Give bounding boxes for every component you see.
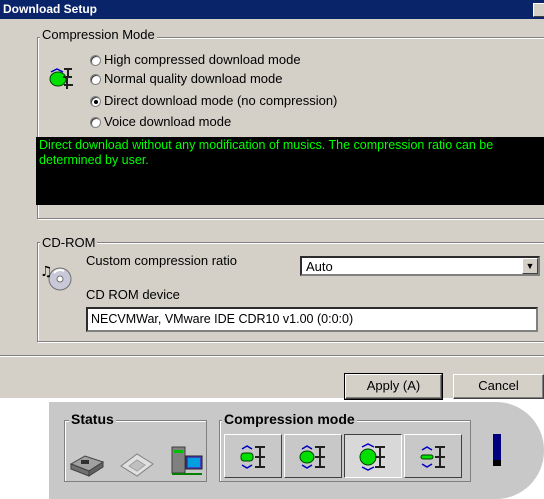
compression-ratio-select[interactable]: Auto ▼ <box>300 256 540 276</box>
cdrom-device-label: CD ROM device <box>86 287 180 302</box>
direct-download-icon <box>359 443 385 471</box>
apply-button[interactable]: Apply (A) <box>344 373 443 400</box>
compression-mode-toolbar-title: Compression mode <box>222 411 357 427</box>
radio-label-normal-quality[interactable]: Normal quality download mode <box>104 71 282 86</box>
player-device-icon <box>493 434 501 466</box>
radio-voice-download[interactable] <box>90 117 101 128</box>
compression-mode-icon <box>49 68 73 89</box>
radio-label-voice-download[interactable]: Voice download mode <box>104 114 231 129</box>
high-compression-icon <box>240 445 265 469</box>
mode-description: Direct download without any modification… <box>36 137 544 205</box>
voice-download-button[interactable] <box>404 434 462 478</box>
radio-label-direct-download[interactable]: Direct download mode (no compression) <box>104 93 337 108</box>
divider <box>0 355 544 357</box>
pc-connection-icon <box>171 446 203 475</box>
compression-mode-title: Compression Mode <box>40 27 157 42</box>
status-title: Status <box>69 411 116 427</box>
radio-high-compressed[interactable] <box>90 55 101 66</box>
svg-text:♫: ♫ <box>40 264 53 280</box>
radio-direct-download[interactable] <box>90 96 101 107</box>
cdrom-device-value: NECVMWar, VMware IDE CDR10 v1.00 (0:0:0) <box>91 312 354 326</box>
normal-quality-button[interactable] <box>284 434 342 478</box>
music-cd-icon: ♫ <box>40 264 72 291</box>
download-setup-dialog: Download Setup Compression Mode High com… <box>0 0 544 400</box>
close-icon[interactable] <box>533 3 544 17</box>
direct-download-button[interactable] <box>344 434 402 478</box>
compression-ratio-value: Auto <box>306 259 333 274</box>
title-bar[interactable]: Download Setup <box>0 0 544 19</box>
memory-card-icon <box>120 453 154 477</box>
radio-normal-quality[interactable] <box>90 74 101 85</box>
voice-download-icon <box>420 446 445 468</box>
radio-label-high-compressed[interactable]: High compressed download mode <box>104 52 301 67</box>
chevron-down-icon[interactable]: ▼ <box>522 258 538 274</box>
main-toolbar: Status Compression mode <box>49 402 544 499</box>
cancel-button[interactable]: Cancel <box>453 374 544 399</box>
normal-quality-icon <box>299 445 325 469</box>
high-compression-button[interactable] <box>224 434 282 478</box>
cdrom-device-field[interactable]: NECVMWar, VMware IDE CDR10 v1.00 (0:0:0) <box>86 307 538 332</box>
compression-ratio-label: Custom compression ratio <box>86 253 237 268</box>
dialog-title: Download Setup <box>3 2 97 16</box>
cdrom-title: CD-ROM <box>40 235 98 250</box>
player-connect-icon <box>69 455 105 477</box>
